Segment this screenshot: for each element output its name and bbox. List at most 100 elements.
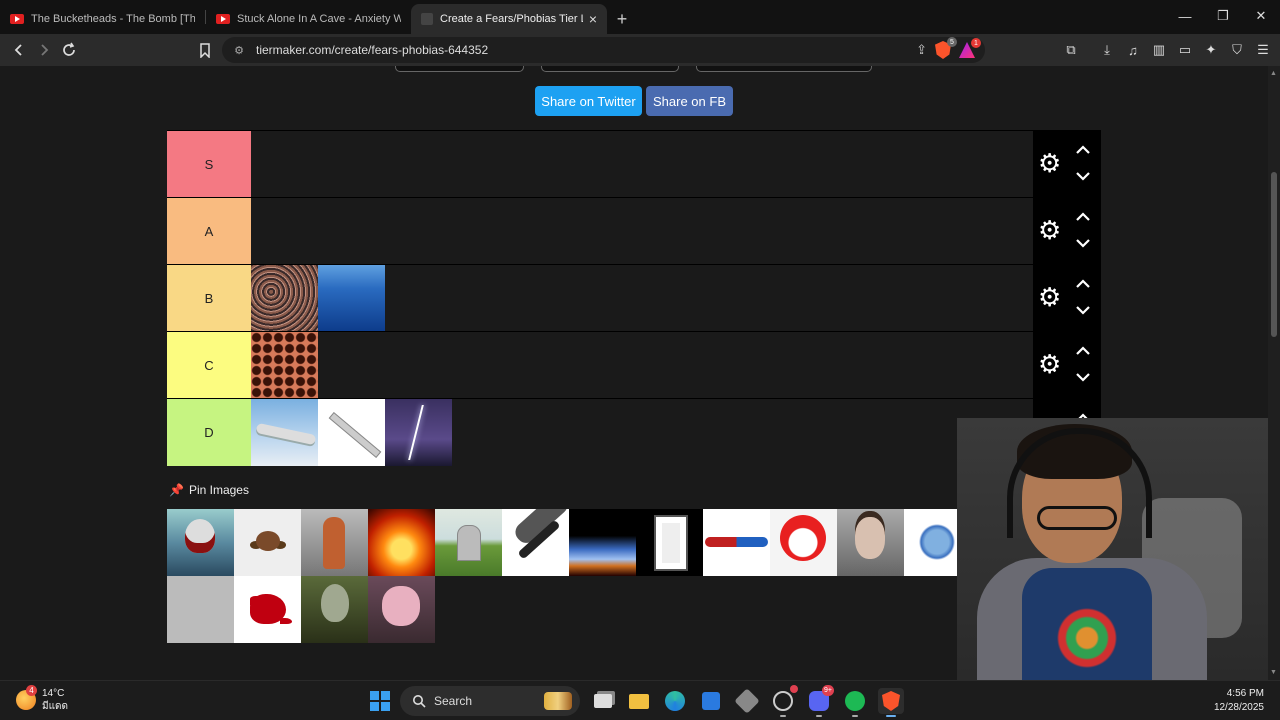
pin-images-toggle[interactable]: 📌 Pin Images (169, 483, 249, 497)
download-icon[interactable]: ⤓ (1096, 39, 1118, 61)
tier-items-c[interactable] (251, 332, 318, 399)
shield-count-badge: 5 (947, 37, 957, 47)
scroll-down-icon[interactable]: ▼ (1270, 669, 1277, 676)
pool-item-clown[interactable] (770, 509, 837, 576)
tab-tiermaker[interactable]: Create a Fears/Phobias Tier List × (411, 4, 607, 34)
reload-button[interactable] (56, 36, 81, 64)
move-down-icon[interactable] (1074, 169, 1092, 183)
share-icon[interactable]: ⇪ (916, 42, 927, 58)
spotify-button[interactable] (842, 688, 868, 717)
gear-icon[interactable]: ⚙ (1038, 217, 1061, 243)
taskbar-center: Search 9+ (370, 685, 904, 717)
gear-icon[interactable]: ⚙ (1038, 150, 1061, 176)
folder-icon (629, 693, 649, 709)
tier-item-lightning[interactable] (385, 399, 452, 466)
new-tab-button[interactable]: + (607, 4, 637, 34)
pool-item-alien[interactable] (301, 576, 368, 643)
tier-items-b[interactable] (251, 265, 385, 332)
tier-label-c[interactable]: C (167, 332, 251, 399)
move-up-icon[interactable] (1074, 277, 1092, 291)
tier-row-s: S ⚙ (167, 130, 1101, 198)
file-explorer-button[interactable] (626, 688, 652, 714)
move-up-icon[interactable] (1074, 344, 1092, 358)
tier-item-ocean[interactable] (318, 265, 385, 332)
media-icon[interactable]: ♫ (1122, 39, 1144, 61)
toolbar-right-icons: ⧉ ⤓ ♫ ▥ ▭ ✦ ⛉ ☰ (1060, 34, 1274, 66)
system-clock[interactable]: 4:56 PM 12/28/2025 (1214, 687, 1264, 715)
scrollbar-thumb[interactable] (1271, 172, 1277, 337)
top-button-partial[interactable] (696, 66, 872, 72)
bookmark-button[interactable] (192, 36, 217, 64)
menu-icon[interactable]: ☰ (1252, 39, 1274, 61)
brave-rewards-button[interactable]: 1 (959, 38, 981, 58)
tier-label-b[interactable]: B (167, 265, 251, 332)
gear-icon[interactable]: ⚙ (1038, 351, 1061, 377)
steam-button[interactable] (770, 685, 798, 717)
tier-label-d[interactable]: D (167, 399, 251, 466)
brave-button[interactable] (878, 688, 904, 717)
wallet-icon[interactable]: ▭ (1174, 39, 1196, 61)
page-scrollbar[interactable]: ▲ ▼ (1268, 66, 1280, 680)
weather-temp: 14°C (42, 688, 65, 699)
brave-shields-button[interactable]: 5 (935, 37, 957, 59)
pool-item-microphone[interactable] (502, 509, 569, 576)
top-button-partial[interactable] (541, 66, 679, 72)
move-up-icon[interactable] (1074, 210, 1092, 224)
pool-item-window[interactable] (636, 509, 703, 576)
pool-item-shark[interactable] (167, 509, 234, 576)
tab-youtube-bucketheads[interactable]: The Bucketheads - The Bomb [These (0, 4, 205, 34)
move-down-icon[interactable] (1074, 303, 1092, 317)
tier-label-a[interactable]: A (167, 198, 251, 265)
pool-item-spider[interactable] (234, 509, 301, 576)
vpn-icon[interactable]: ⛉ (1226, 39, 1248, 61)
back-button[interactable] (6, 36, 31, 64)
active-indicator (886, 715, 896, 717)
pool-item-fire[interactable] (368, 509, 435, 576)
tier-label-s[interactable]: S (167, 131, 251, 198)
site-info-icon[interactable]: ⚙ (232, 43, 246, 57)
discord-button[interactable]: 9+ (806, 685, 834, 717)
pool-item-grave[interactable] (435, 509, 502, 576)
tier-item-crowd[interactable] (251, 265, 318, 332)
taskbar: 4 14°C มีแดด Search 9+ 4:56 PM 12/28/202… (0, 680, 1280, 720)
tier-controls: ⚙ (1033, 332, 1101, 399)
minimize-button[interactable]: — (1166, 0, 1204, 32)
sidebar-icon[interactable]: ▥ (1148, 39, 1170, 61)
move-up-icon[interactable] (1074, 143, 1092, 157)
tier-items-d[interactable] (251, 399, 452, 466)
task-view-button[interactable] (590, 688, 616, 714)
move-down-icon[interactable] (1074, 370, 1092, 384)
pool-item-knot[interactable] (703, 509, 770, 576)
store-button[interactable] (698, 688, 724, 714)
close-window-button[interactable]: ✕ (1242, 0, 1280, 32)
tab-youtube-cave[interactable]: Stuck Alone In A Cave - Anxiety Warr (206, 4, 411, 34)
top-button-partial[interactable] (395, 66, 524, 72)
tier-item-holes[interactable] (251, 332, 318, 399)
weather-widget[interactable]: 4 14°C มีแดด (16, 685, 68, 713)
share-twitter-button[interactable]: Share on Twitter (535, 86, 642, 116)
pool-item-screaming-woman[interactable] (368, 576, 435, 643)
running-indicator (852, 715, 858, 717)
move-down-icon[interactable] (1074, 236, 1092, 250)
address-bar[interactable]: ⚙ tiermaker.com/create/fears-phobias-644… (222, 37, 985, 63)
tab-label: Stuck Alone In A Cave - Anxiety Warr (237, 13, 401, 25)
windows-start-icon[interactable] (370, 691, 390, 711)
obs-button[interactable] (734, 688, 760, 714)
share-fb-button[interactable]: Share on FB (646, 86, 733, 116)
pool-item-doll[interactable] (301, 509, 368, 576)
tier-item-needle[interactable] (318, 399, 385, 466)
pool-item-earth-impact[interactable] (569, 509, 636, 576)
taskbar-search[interactable]: Search (400, 686, 580, 716)
edge-button[interactable] (662, 688, 688, 714)
gear-icon[interactable]: ⚙ (1038, 284, 1061, 310)
scroll-up-icon[interactable]: ▲ (1270, 70, 1277, 77)
screenshot-icon[interactable]: ⧉ (1060, 39, 1082, 61)
pool-item-hidden[interactable] (167, 576, 234, 643)
leo-ai-icon[interactable]: ✦ (1200, 39, 1222, 61)
restore-button[interactable]: ❐ (1204, 0, 1242, 32)
pool-item-blood[interactable] (234, 576, 301, 643)
forward-button[interactable] (31, 36, 56, 64)
pool-item-man-portrait[interactable] (837, 509, 904, 576)
close-tab-icon[interactable]: × (589, 11, 597, 27)
tier-item-airplane[interactable] (251, 399, 318, 466)
